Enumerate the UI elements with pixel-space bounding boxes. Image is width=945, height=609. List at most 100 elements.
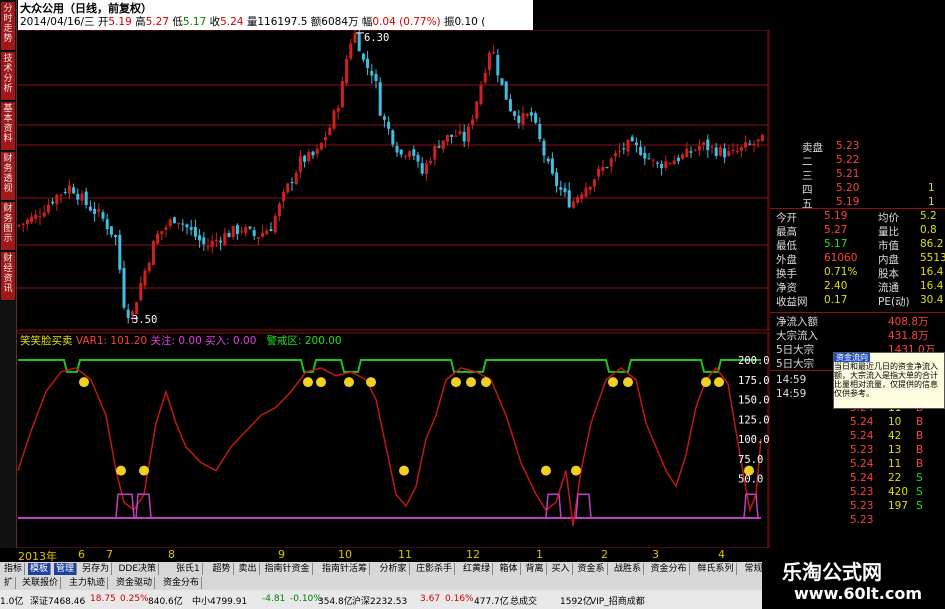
tick-row: 5.23 13 B xyxy=(770,444,945,458)
stat-label: 最高 xyxy=(776,226,797,238)
candle-body xyxy=(760,135,764,142)
candle-body xyxy=(601,167,605,171)
tab-tabbar1-16[interactable]: 资金系 xyxy=(576,563,608,575)
volume-value: 116197.5 xyxy=(257,16,308,28)
candle-body xyxy=(693,149,697,151)
indicator-axis-label: 125.0 xyxy=(738,414,770,426)
status-item: 354.8亿 xyxy=(318,597,353,607)
candle-body xyxy=(72,187,76,194)
tick-row: 5.24 22 S xyxy=(770,472,945,486)
candle-body xyxy=(681,154,685,159)
amplitude-value: 0.10 ( xyxy=(454,16,486,28)
tab-tabbar1-15[interactable]: 买入 xyxy=(550,563,573,575)
candle-body xyxy=(135,302,139,315)
date-label: 3 xyxy=(652,548,659,561)
candle-body xyxy=(731,149,735,152)
tick-volume: 22 xyxy=(888,472,902,484)
indicator-lines xyxy=(17,359,762,527)
tab-tabbar1-17[interactable]: 战胜系 xyxy=(612,563,645,575)
tab-tabbar2-2[interactable]: 主力轨迹 xyxy=(67,577,109,589)
tick-price: 5.23 xyxy=(850,486,874,498)
tab-tabbar1-4[interactable]: DDE决策 xyxy=(117,563,160,575)
candle-body xyxy=(744,142,748,148)
tab-tabbar1-14[interactable]: 背离 xyxy=(524,563,547,575)
tab-tabbar1-8[interactable]: 指南针资金 xyxy=(263,563,313,575)
stat-value: 5513 xyxy=(920,252,945,264)
candle-body xyxy=(668,163,672,165)
candle-body xyxy=(739,147,743,151)
sell-volume: 1 xyxy=(928,182,935,194)
stat-value: 5.19 xyxy=(824,210,848,222)
candle-body xyxy=(479,85,483,104)
tick-direction: B xyxy=(916,416,924,428)
status-item: 477.7亿 xyxy=(474,597,509,607)
candle-body xyxy=(647,158,651,160)
candle-body xyxy=(366,58,370,68)
candle-body xyxy=(172,217,176,224)
status-item: 840.6亿 xyxy=(148,597,183,607)
stat-value: 0.17 xyxy=(824,294,848,306)
tooltip-text: 当日和最近几日的资金净流入额，大宗流入是指大单的合计比量相对流量，仅提供的信息仅… xyxy=(834,362,938,398)
tick-price: 5.24 xyxy=(850,430,874,442)
tab-tabbar1-10[interactable]: 分析家 xyxy=(378,563,410,575)
candle-body xyxy=(374,73,378,82)
candle-body xyxy=(454,135,458,137)
tab-tabbar1-1[interactable]: 模板 xyxy=(28,563,52,575)
low-annotation: 3.50 xyxy=(132,314,158,326)
candle-body xyxy=(202,237,206,245)
tab-tabbar1-12[interactable]: 红黄绿 xyxy=(461,563,494,575)
candle-body xyxy=(290,182,294,184)
candle-body xyxy=(471,119,475,125)
flow-row: 净流入额 408.8万 xyxy=(770,314,945,328)
tab-tabbar1-18[interactable]: 资金分布 xyxy=(649,563,690,575)
tab-tabbar1-6[interactable]: 超势 xyxy=(211,563,234,575)
close-value: 5.24 xyxy=(220,16,244,28)
tab-financial[interactable]: 财务透视 xyxy=(1,152,15,201)
tab-fundamentals[interactable]: 基本资料 xyxy=(1,102,15,151)
candle-body xyxy=(240,231,244,233)
tab-news[interactable]: 财经资讯 xyxy=(1,252,15,301)
candle-body xyxy=(109,226,113,235)
tab-tabbar1-7[interactable]: 卖出 xyxy=(237,563,260,575)
stat-label: PE(动) xyxy=(878,296,910,308)
tab-tabbar2-0[interactable]: 扩 xyxy=(2,577,17,589)
watermark-url: www.60lt.com xyxy=(794,584,923,603)
candle-body xyxy=(256,237,260,239)
candle-body xyxy=(412,149,416,156)
status-item: 中小4799.91 xyxy=(192,597,248,607)
tab-tabbar1-3[interactable]: 另存为 xyxy=(80,563,113,575)
buy-signal xyxy=(115,493,135,519)
tab-intraday[interactable]: 分时走势 xyxy=(1,2,15,51)
candle-body xyxy=(59,194,63,196)
tab-tabbar2-1[interactable]: 关联报价 xyxy=(20,577,62,589)
candle-body xyxy=(227,233,231,238)
indicator-header: 笑笑脸买卖 VAR1: 101.20 关注: 0.00 买入: 0.00 警戒区… xyxy=(20,335,342,347)
stat-row: 收益网 0.17 PE(动) 30.4 xyxy=(770,294,945,308)
candle-body xyxy=(462,131,466,142)
tab-tabbar1-0[interactable]: 指标 xyxy=(2,563,26,575)
tab-tabbar2-3[interactable]: 资金驱动 xyxy=(114,577,156,589)
chart-header: 大众公用（日线，前复权） 2014/04/16/三 开5.19 高5.27 低5… xyxy=(18,0,533,30)
candle-body xyxy=(504,81,508,100)
flow-row: 大宗流入 431.8万 xyxy=(770,328,945,342)
candle-body xyxy=(67,185,71,194)
tab-technical[interactable]: 技术分析 xyxy=(1,52,15,101)
tick-price: 5.23 xyxy=(850,514,874,526)
tab-tabbar1-13[interactable]: 箱体 xyxy=(498,563,521,575)
candle-body xyxy=(487,52,491,71)
candle-body xyxy=(387,121,391,129)
tab-financial-chart[interactable]: 财务图示 xyxy=(1,202,15,251)
tab-tabbar1-2[interactable]: 管理 xyxy=(54,563,78,575)
tab-tabbar1-5[interactable]: 张氏1 xyxy=(174,563,203,575)
chart-area[interactable]: 5.204.684.213.79 200.0175.0150.0125.0100… xyxy=(16,30,770,548)
tab-tabbar1-11[interactable]: 庄影杀手 xyxy=(414,563,456,575)
candle-body xyxy=(378,82,382,116)
date-label: 8 xyxy=(168,548,175,561)
tab-tabbar1-19[interactable]: 鲜氏系列 xyxy=(696,563,737,575)
candle-body xyxy=(349,43,353,59)
tab-tabbar1-9[interactable]: 指南针活筹 xyxy=(320,563,371,575)
candle-body xyxy=(244,227,248,234)
candle-body xyxy=(84,191,88,206)
candle-body xyxy=(248,226,252,229)
tab-tabbar2-4[interactable]: 资金分布 xyxy=(161,577,203,589)
